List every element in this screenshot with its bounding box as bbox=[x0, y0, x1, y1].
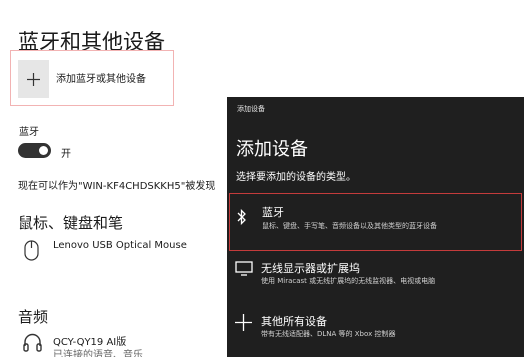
toggle-knob bbox=[39, 146, 48, 155]
add-device-button[interactable] bbox=[18, 60, 49, 98]
option-other-devices-title: 其他所有设备 bbox=[261, 315, 327, 328]
option-bluetooth-title: 蓝牙 bbox=[262, 206, 284, 219]
option-wireless-display-title: 无线显示器或扩展坞 bbox=[261, 262, 360, 275]
dialog-caption: 添加设备 bbox=[237, 105, 265, 113]
option-other-devices[interactable]: 其他所有设备 带有无线适配器、DLNA 等的 Xbox 控制器 bbox=[229, 310, 522, 350]
dialog-title: 添加设备 bbox=[236, 139, 308, 160]
bluetooth-toggle[interactable] bbox=[18, 143, 51, 158]
audio-device-status: 已连接的语音、音乐 bbox=[53, 350, 143, 357]
option-bluetooth[interactable]: 蓝牙 鼠标、键盘、手写笔、音频设备以及其他类型的蓝牙设备 bbox=[229, 193, 522, 251]
headset-icon bbox=[23, 333, 42, 352]
discoverable-text: 现在可以作为"WIN-KF4CHDSKKH5"被发现 bbox=[18, 181, 216, 192]
bluetooth-toggle-state: 开 bbox=[61, 149, 71, 160]
mouse-icon bbox=[24, 240, 39, 261]
bluetooth-label: 蓝牙 bbox=[19, 127, 39, 138]
option-wireless-display[interactable]: 无线显示器或扩展坞 使用 Miracast 或无线扩展坞的无线监视器、电视或电脑 bbox=[229, 255, 522, 295]
plus-icon bbox=[27, 72, 40, 86]
monitor-icon bbox=[235, 261, 253, 276]
plus-icon bbox=[235, 314, 252, 331]
option-other-devices-desc: 带有无线适配器、DLNA 等的 Xbox 控制器 bbox=[261, 330, 396, 338]
settings-page: 蓝牙和其他设备 添加蓝牙或其他设备 蓝牙 开 现在可以作为"WIN-KF4CHD… bbox=[0, 0, 524, 357]
add-device-label[interactable]: 添加蓝牙或其他设备 bbox=[56, 70, 146, 85]
section-heading-audio: 音频 bbox=[18, 308, 49, 326]
section-heading-mouse: 鼠标、键盘和笔 bbox=[18, 214, 124, 232]
mouse-device-name[interactable]: Lenovo USB Optical Mouse bbox=[53, 240, 187, 251]
option-bluetooth-desc: 鼠标、键盘、手写笔、音频设备以及其他类型的蓝牙设备 bbox=[262, 222, 437, 230]
add-device-dialog: 添加设备 添加设备 选择要添加的设备的类型。 蓝牙 鼠标、键盘、手写笔、音频设备… bbox=[227, 97, 524, 357]
option-wireless-display-desc: 使用 Miracast 或无线扩展坞的无线监视器、电视或电脑 bbox=[261, 277, 436, 285]
dialog-subtitle: 选择要添加的设备的类型。 bbox=[236, 172, 356, 183]
bluetooth-icon bbox=[237, 209, 246, 225]
